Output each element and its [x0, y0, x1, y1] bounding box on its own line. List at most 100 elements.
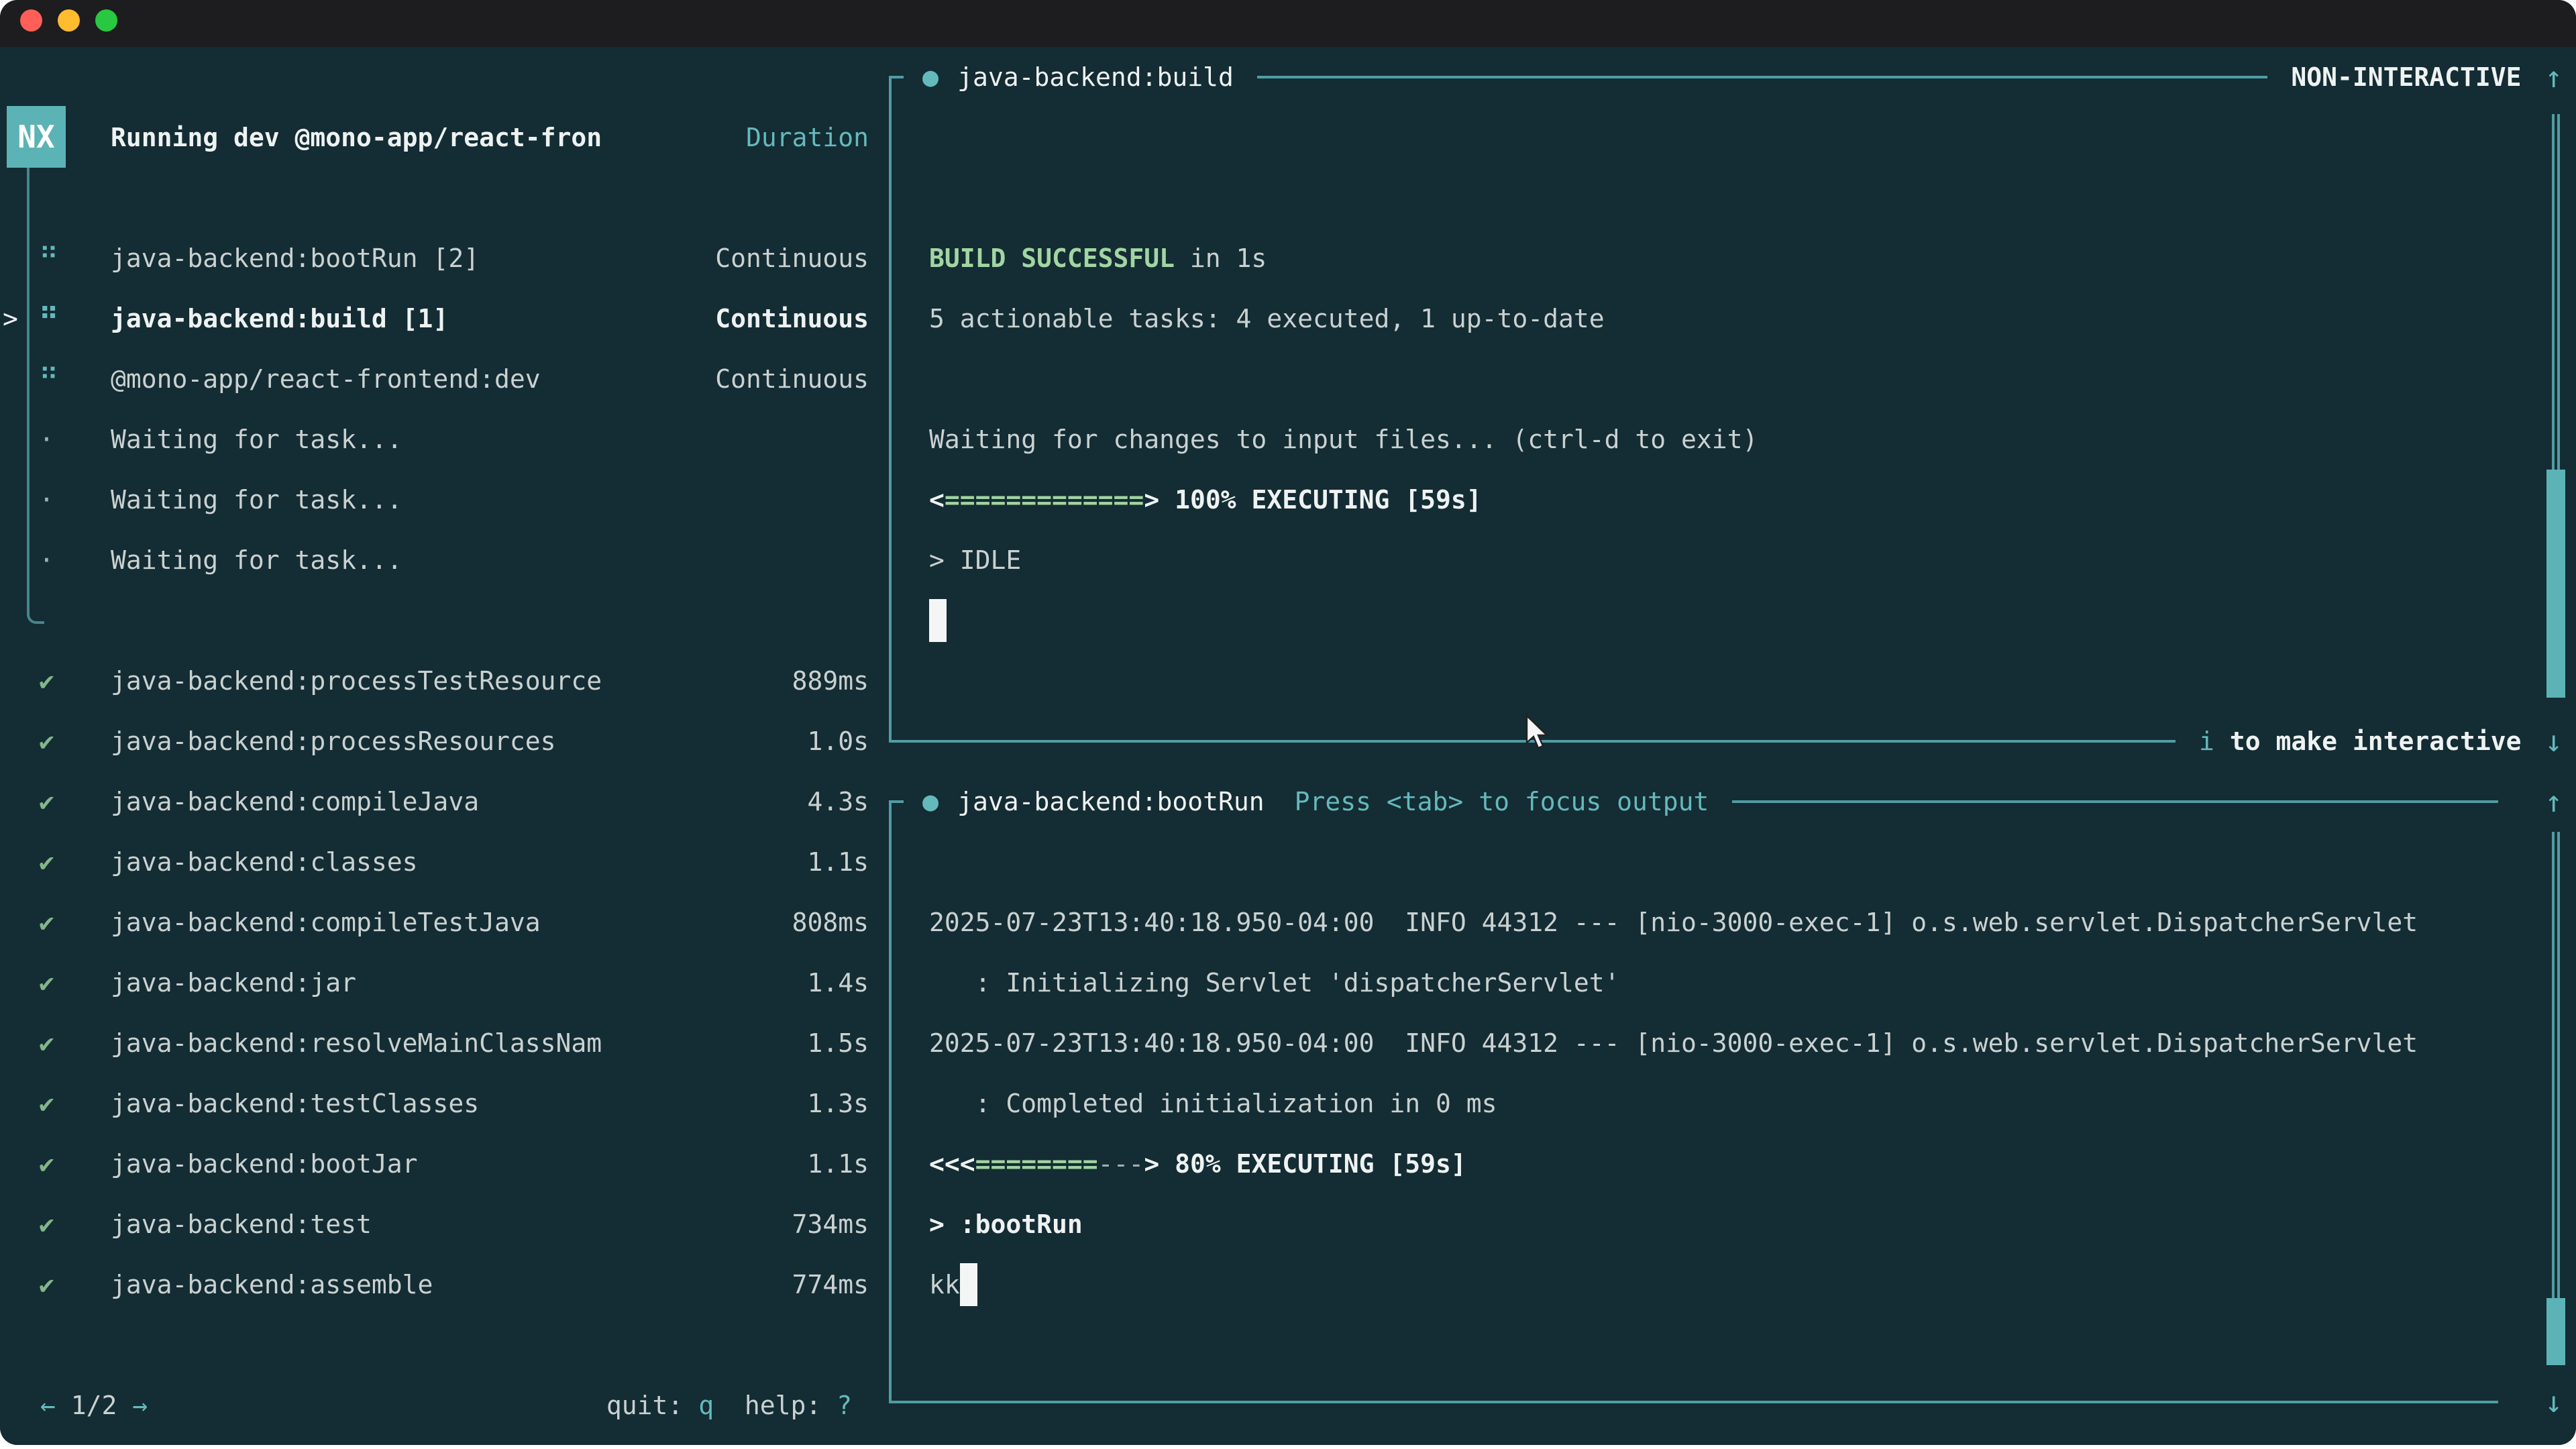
table-row[interactable]: ✔ java-backend:compileTestJava 808ms	[0, 892, 889, 953]
bootrun-output-panel: ● java-backend:bootRun Press <tab> to fo…	[889, 802, 2529, 1402]
typed-input: kk	[929, 1270, 960, 1299]
terminal-cursor	[929, 599, 947, 642]
build-panel-header: ● java-backend:build NON-INTERACTIVE ↑	[889, 47, 2563, 107]
panel-title: java-backend:build	[957, 62, 1234, 92]
task-name: java-backend:compileTestJava	[111, 908, 541, 937]
table-row[interactable]: ✔ java-backend:processTestResource 889ms	[0, 651, 889, 711]
table-row[interactable]: ⠛ java-backend:bootRun [2] Continuous	[0, 228, 889, 288]
page-indicator: 1/2	[71, 1391, 117, 1420]
interactive-hint-text: to make interactive	[2214, 727, 2522, 756]
task-duration: Continuous	[715, 304, 869, 333]
build-panel-footer: i to make interactive ↓	[889, 711, 2563, 771]
minimize-window-button[interactable]	[58, 9, 80, 32]
task-bullet-icon: ●	[922, 62, 938, 93]
bar-open: <<<	[929, 1149, 975, 1179]
border-stub	[889, 800, 904, 803]
check-icon: ✔	[39, 908, 79, 937]
task-name: java-backend:bootJar	[111, 1149, 418, 1179]
table-row[interactable]: ✔ java-backend:resolveMainClassNam 1.5s	[0, 1013, 889, 1073]
table-row[interactable]: · Waiting for task...	[0, 530, 889, 590]
task-name: java-backend:processTestResource	[111, 666, 602, 696]
task-name: Waiting for task...	[111, 485, 402, 515]
bar-dashes: ---	[1098, 1149, 1144, 1179]
progress-bar-line: <<<========---> 80% EXECUTING [59s]	[929, 1134, 2529, 1194]
border-stub	[889, 76, 904, 78]
table-row[interactable]: ✔ java-backend:bootJar 1.1s	[0, 1134, 889, 1194]
bar-close: >	[1144, 1149, 1159, 1179]
task-duration: 1.0s	[807, 727, 869, 756]
task-name: java-backend:classes	[111, 847, 418, 877]
next-page-arrow[interactable]: →	[132, 1391, 148, 1420]
check-icon: ✔	[39, 1028, 79, 1058]
scroll-down-icon[interactable]: ↓	[2545, 724, 2563, 759]
spinner-icon: ⠛	[39, 303, 79, 334]
build-time: in 1s	[1175, 244, 1267, 273]
help-label: help:	[714, 1391, 837, 1420]
list-header-row: Running dev @mono-app/react-fron Duratio…	[0, 107, 889, 168]
bar-fill: ========	[975, 1149, 1098, 1179]
interactive-hint-key[interactable]: i	[2199, 727, 2214, 756]
scroll-up-icon[interactable]: ↑	[2545, 785, 2563, 819]
table-row[interactable]: ✔ java-backend:jar 1.4s	[0, 953, 889, 1013]
task-name: java-backend:testClasses	[111, 1089, 479, 1118]
bar-label: 100% EXECUTING [59s]	[1159, 485, 1481, 515]
check-icon: ✔	[39, 968, 79, 998]
output-line: BUILD SUCCESSFUL in 1s	[929, 228, 2529, 288]
table-row[interactable]: · Waiting for task...	[0, 409, 889, 470]
task-duration: 1.3s	[807, 1089, 869, 1118]
table-row[interactable]: ⠛ @mono-app/react-frontend:dev Continuou…	[0, 349, 889, 409]
check-icon: ✔	[39, 787, 79, 816]
input-line[interactable]: kk	[929, 1254, 2529, 1315]
spacer-row	[0, 168, 889, 228]
table-row[interactable]: ✔ java-backend:testClasses 1.3s	[0, 1073, 889, 1134]
quit-key[interactable]: q	[698, 1391, 714, 1420]
build-scrollbar-thumb[interactable]	[2546, 470, 2565, 698]
output-line	[929, 168, 2529, 228]
task-duration: Continuous	[715, 364, 869, 394]
bootrun-scrollbar-thumb[interactable]	[2546, 1298, 2565, 1365]
help-key[interactable]: ?	[837, 1391, 852, 1420]
bootrun-output: 2025-07-23T13:40:18.950-04:00 INFO 44312…	[929, 832, 2529, 1315]
table-row[interactable]: ✔ java-backend:assemble 774ms	[0, 1254, 889, 1315]
check-icon: ✔	[39, 1210, 79, 1239]
output-line: : Completed initialization in 0 ms	[929, 1073, 2529, 1134]
list-footer: ← 1/2 → quit: q help: ?	[0, 1375, 889, 1436]
task-list-pane: NX > Running dev @mono-app/react-fron Du…	[0, 47, 889, 1445]
spinner-icon: ⠛	[39, 243, 79, 274]
close-window-button[interactable]	[20, 9, 42, 32]
task-name: @mono-app/react-frontend:dev	[111, 364, 541, 394]
table-row[interactable]: ✔ java-backend:compileJava 4.3s	[0, 771, 889, 832]
task-duration: 774ms	[792, 1270, 869, 1299]
task-duration: 1.4s	[807, 968, 869, 998]
task-duration: Continuous	[715, 244, 869, 273]
output-line: 2025-07-23T13:40:18.950-04:00 INFO 44312…	[929, 892, 2529, 953]
task-name: java-backend:jar	[111, 968, 356, 998]
scroll-up-icon[interactable]: ↑	[2545, 60, 2563, 95]
bootrun-scrollbar-track[interactable]	[2552, 832, 2560, 1298]
task-bullet-icon: ●	[922, 786, 938, 817]
task-duration: 889ms	[792, 666, 869, 696]
table-row[interactable]: ✔ java-backend:processResources 1.0s	[0, 711, 889, 771]
check-icon: ✔	[39, 727, 79, 756]
table-row[interactable]: ✔ java-backend:classes 1.1s	[0, 832, 889, 892]
table-row[interactable]: · Waiting for task...	[0, 470, 889, 530]
focus-output-hint[interactable]: Press <tab> to focus output	[1295, 787, 1709, 816]
terminal-cursor	[960, 1263, 977, 1306]
cursor-line	[929, 590, 2529, 651]
non-interactive-badge: NON-INTERACTIVE	[2291, 62, 2521, 92]
task-name: java-backend:resolveMainClassNam	[111, 1028, 602, 1058]
build-scrollbar-track[interactable]	[2552, 114, 2560, 470]
scroll-down-icon[interactable]: ↓	[2545, 1385, 2563, 1419]
bootrun-panel-footer: ↓	[889, 1372, 2563, 1432]
task-name: java-backend:build [1]	[111, 304, 448, 333]
build-output-panel: ● java-backend:build NON-INTERACTIVE ↑ B…	[889, 77, 2529, 741]
table-row[interactable]: ✔ java-backend:test 734ms	[0, 1194, 889, 1254]
zoom-window-button[interactable]	[95, 9, 117, 32]
waiting-dot-icon: ·	[39, 425, 79, 454]
panel-title: java-backend:bootRun	[957, 787, 1265, 816]
bar-fill: =============	[945, 485, 1144, 515]
table-row-selected[interactable]: ⠛ java-backend:build [1] Continuous	[0, 288, 889, 349]
task-name: java-backend:assemble	[111, 1270, 433, 1299]
output-line	[929, 832, 2529, 892]
prev-page-arrow[interactable]: ←	[40, 1391, 56, 1420]
